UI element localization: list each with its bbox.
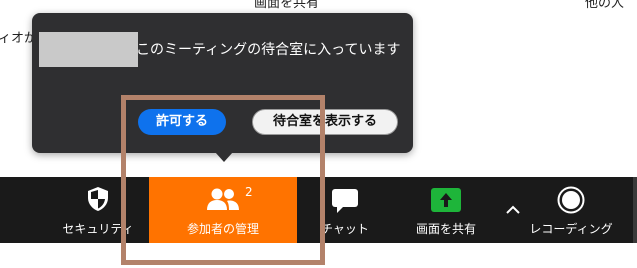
admit-button[interactable]: 許可する xyxy=(138,109,226,135)
record-circle-icon xyxy=(557,186,585,218)
people-icon xyxy=(206,187,240,215)
share-screen-button[interactable]: 画面を共有 xyxy=(398,177,494,243)
redacted-participant-name xyxy=(39,32,138,67)
record-label: レコーディング xyxy=(529,222,613,236)
security-button[interactable]: セキュリティ xyxy=(58,177,138,243)
chat-bubble-icon xyxy=(331,188,359,218)
meeting-toolbar: セキュリティ 2 参加者の管理 チャット 画面を共有 レコーディング xyxy=(0,177,637,243)
background-share-label: 画面を共有 xyxy=(254,0,320,11)
chat-label: チャット xyxy=(321,222,369,236)
security-label: セキュリティ xyxy=(62,222,134,236)
record-button[interactable]: レコーディング xyxy=(526,177,616,243)
background-others-label: 他の人 xyxy=(585,0,625,11)
share-arrow-up-icon xyxy=(431,188,461,216)
share-screen-label: 画面を共有 xyxy=(415,222,476,236)
notification-message: このミーティングの待合室に入っています xyxy=(136,42,401,58)
waiting-room-notification: このミーティングの待合室に入っています 許可する 待合室を表示する xyxy=(32,13,413,153)
share-options-caret[interactable] xyxy=(500,177,526,243)
manage-participants-button[interactable]: 2 参加者の管理 xyxy=(149,177,297,243)
chat-button[interactable]: チャット xyxy=(310,177,380,243)
chevron-up-icon xyxy=(506,199,520,218)
manage-participants-label: 参加者の管理 xyxy=(186,222,259,236)
window-edge xyxy=(633,177,637,243)
participant-count-badge: 2 xyxy=(245,185,253,199)
bottom-strip xyxy=(0,243,637,268)
view-waiting-room-button[interactable]: 待合室を表示する xyxy=(252,109,398,135)
shield-icon xyxy=(87,186,109,216)
popup-pointer xyxy=(215,152,233,162)
